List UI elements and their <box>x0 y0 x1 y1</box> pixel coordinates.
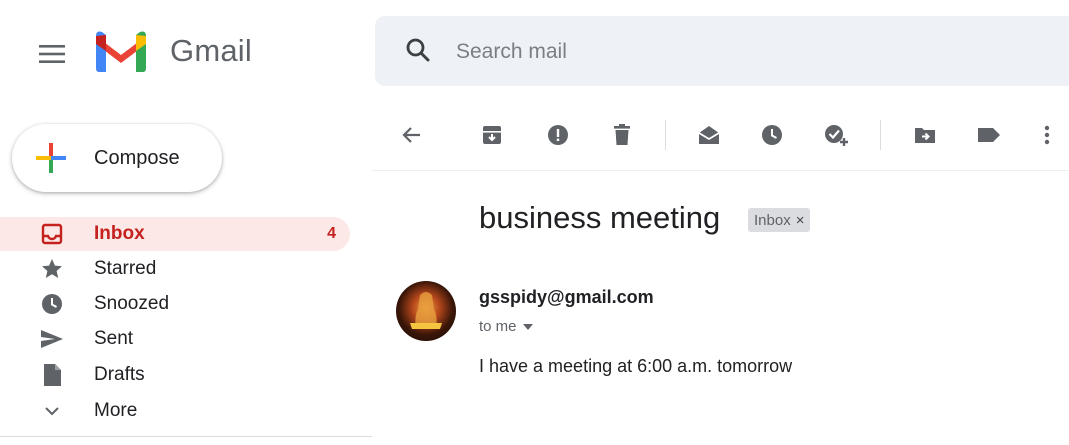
chevron-down-icon <box>38 397 66 425</box>
clock-icon <box>38 290 66 318</box>
compose-button[interactable]: Compose <box>12 124 222 192</box>
label-icon <box>978 128 1000 142</box>
draft-icon <box>38 361 66 389</box>
add-to-tasks-button[interactable] <box>819 118 853 152</box>
label-button[interactable] <box>972 118 1006 152</box>
sidebar-item-snoozed[interactable]: Snoozed <box>0 287 350 321</box>
delete-icon <box>614 124 630 145</box>
remove-label-icon[interactable]: × <box>796 212 805 229</box>
move-to-icon <box>915 128 935 143</box>
mark-unread-button[interactable] <box>692 118 726 152</box>
compose-label: Compose <box>94 146 180 169</box>
email-body: I have a meeting at 6:00 a.m. tomorrow <box>479 356 793 376</box>
toolbar-separator <box>880 120 881 150</box>
sidebar-item-label: More <box>94 400 138 421</box>
snooze-button[interactable] <box>755 118 789 152</box>
label-chip-inbox[interactable]: Inbox × <box>748 208 811 232</box>
sidebar-item-label: Snoozed <box>94 293 170 314</box>
sender-avatar[interactable] <box>396 281 456 341</box>
back-button[interactable] <box>395 118 429 152</box>
sidebar-item-label: Inbox <box>94 223 145 244</box>
sidebar-item-label: Sent <box>94 328 134 349</box>
move-to-button[interactable] <box>908 118 942 152</box>
back-arrow-icon <box>402 127 420 143</box>
add-to-tasks-icon <box>825 125 848 146</box>
sidebar-item-label: Drafts <box>94 364 145 385</box>
sidebar-item-sent[interactable]: Sent <box>0 322 350 356</box>
recipient-details-toggle[interactable]: to me <box>479 318 533 335</box>
report-spam-icon <box>548 125 568 145</box>
star-icon <box>38 255 66 283</box>
search-icon[interactable] <box>404 36 432 64</box>
send-icon <box>38 325 66 353</box>
more-options-button[interactable] <box>1030 118 1064 152</box>
archive-button[interactable] <box>475 118 509 152</box>
gmail-logo-icon[interactable] <box>92 28 150 74</box>
search-input[interactable] <box>456 36 1016 68</box>
label-chip-text: Inbox <box>754 211 791 229</box>
app-name: Gmail <box>170 33 252 68</box>
hamburger-icon <box>39 45 65 63</box>
sidebar-item-more[interactable]: More <box>0 394 350 428</box>
sidebar-divider <box>0 436 372 437</box>
archive-icon <box>483 126 501 144</box>
delete-button[interactable] <box>605 118 639 152</box>
snooze-icon <box>762 125 782 145</box>
mark-unread-icon <box>698 126 720 144</box>
report-spam-button[interactable] <box>541 118 575 152</box>
inbox-icon <box>38 220 66 248</box>
sender-email[interactable]: gsspidy@gmail.com <box>479 287 654 308</box>
main-menu-button[interactable] <box>32 34 72 74</box>
sidebar-item-inbox[interactable]: Inbox 4 <box>0 217 350 251</box>
more-vert-icon <box>1044 125 1050 145</box>
sidebar-item-label: Starred <box>94 258 157 279</box>
sidebar-item-starred[interactable]: Starred <box>0 252 350 286</box>
sidebar-item-drafts[interactable]: Drafts <box>0 358 350 392</box>
toolbar-divider <box>372 170 1069 171</box>
compose-plus-icon <box>36 143 66 173</box>
toolbar-separator <box>665 120 666 150</box>
email-subject: business meeting <box>479 200 721 235</box>
caret-down-icon <box>522 323 533 330</box>
recipient-label: to me <box>479 318 517 335</box>
unread-count-badge: 4 <box>327 225 336 242</box>
